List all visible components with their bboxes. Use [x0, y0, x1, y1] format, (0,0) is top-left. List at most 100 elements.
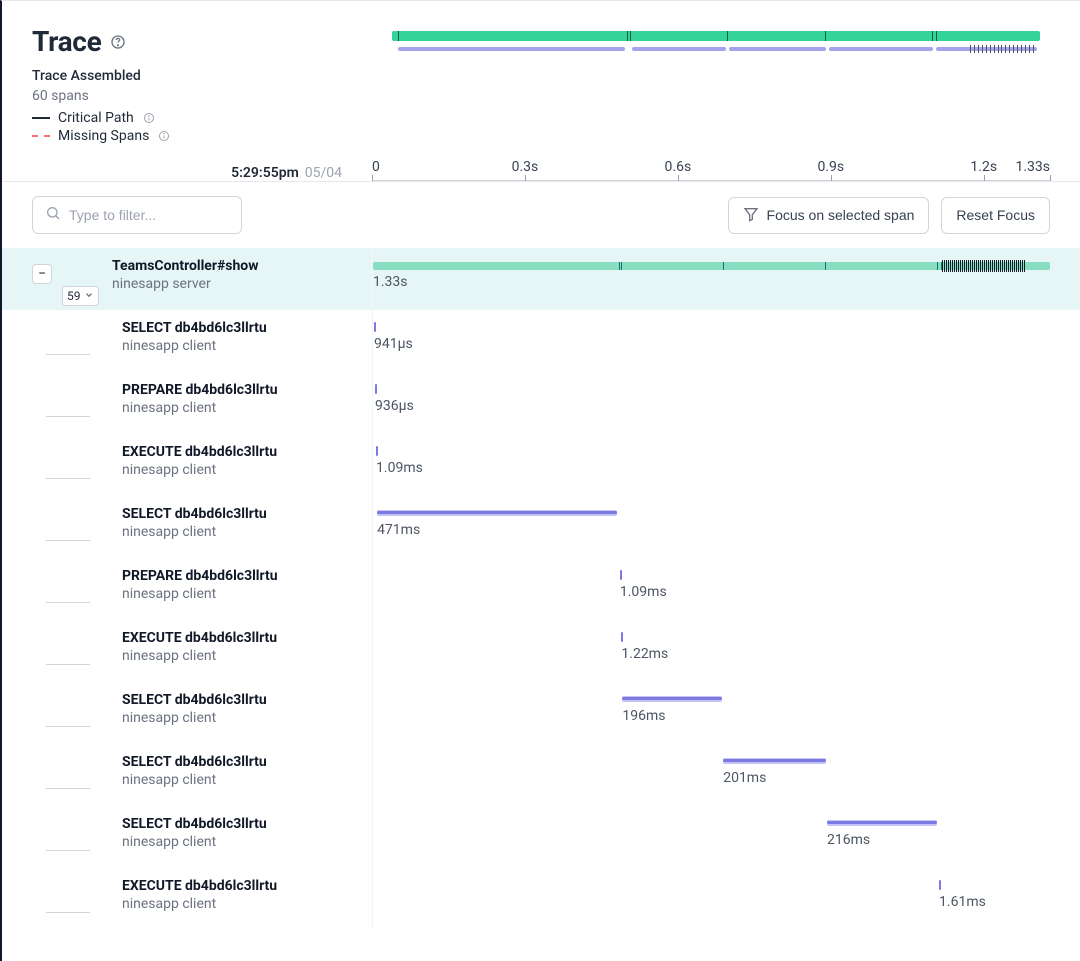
- span-row[interactable]: SELECT db4bd6lc3llrtu ninesapp client 471m…: [2, 496, 1080, 558]
- info-icon[interactable]: [142, 111, 156, 125]
- reset-focus-label: Reset Focus: [956, 207, 1035, 223]
- span-title: EXECUTE db4bd6lc3llrtu: [122, 878, 277, 894]
- focus-span-label: Focus on selected span: [767, 207, 915, 223]
- span-row[interactable]: EXECUTE db4bd6lc3llrtu ninesapp client 1.0…: [2, 434, 1080, 496]
- span-subtitle: ninesapp client: [122, 772, 267, 788]
- span-bar: [723, 758, 825, 764]
- span-track: 1.33s: [373, 258, 1050, 276]
- axis-tick-label: 1.2s: [970, 159, 997, 175]
- span-row[interactable]: PREPARE db4bd6lc3llrtu ninesapp client 936…: [2, 372, 1080, 434]
- minimap-segment: [398, 47, 625, 51]
- span-subtitle: ninesapp server: [112, 276, 259, 292]
- span-track: 936µs: [373, 382, 1050, 400]
- span-track: 1.09ms: [373, 568, 1050, 586]
- axis-tick-label: 0.9s: [817, 159, 844, 175]
- span-title: PREPARE db4bd6lc3llrtu: [122, 568, 278, 584]
- span-bar: [622, 696, 722, 702]
- span-duration: 201ms: [723, 770, 766, 786]
- span-count: 60 spans: [32, 88, 372, 104]
- span-subtitle: ninesapp client: [122, 338, 267, 354]
- span-duration: 471ms: [377, 522, 420, 538]
- span-duration: 1.09ms: [620, 584, 667, 600]
- span-duration: 936µs: [375, 398, 414, 414]
- legend-critical-path-label: Critical Path: [58, 110, 134, 126]
- span-track: 201ms: [373, 754, 1050, 772]
- child-count-value: 59: [67, 289, 81, 303]
- span-subtitle: ninesapp client: [122, 834, 267, 850]
- span-track: 216ms: [373, 816, 1050, 834]
- span-subtitle: ninesapp client: [122, 400, 278, 416]
- span-bar: [375, 384, 377, 394]
- span-row[interactable]: EXECUTE db4bd6lc3llrtu ninesapp client 1.2…: [2, 620, 1080, 682]
- span-bar: [373, 262, 1050, 270]
- child-count-select[interactable]: 59: [62, 286, 99, 306]
- axis-time: 5:29:55pm: [231, 165, 299, 181]
- span-row[interactable]: SELECT db4bd6lc3llrtuninesapp client196m…: [2, 682, 1080, 744]
- legend-critical-path: Critical Path: [32, 110, 372, 126]
- axis-tick-label: 0.6s: [665, 159, 692, 175]
- minimap-full-bar: [392, 31, 1040, 41]
- search-input[interactable]: [69, 207, 229, 223]
- span-title: EXECUTE db4bd6lc3llrtu: [122, 444, 277, 460]
- info-icon[interactable]: [157, 129, 171, 143]
- span-title: SELECT db4bd6lc3llrtu: [122, 754, 267, 770]
- minimap-segment: [632, 47, 726, 51]
- legend-line-icon: [32, 117, 50, 119]
- focus-span-button[interactable]: Focus on selected span: [728, 197, 930, 234]
- span-title: SELECT db4bd6lc3llrtu: [122, 692, 267, 708]
- page-title: Trace: [32, 25, 101, 58]
- minimap[interactable]: [392, 25, 1050, 144]
- minimap-segment: [829, 47, 933, 51]
- span-subtitle: ninesapp client: [122, 462, 277, 478]
- axis-tick-label: 0: [372, 159, 380, 175]
- span-duration: 1.22ms: [621, 646, 668, 662]
- span-row[interactable]: − 59 TeamsController#show ninesapp server 1.…: [2, 248, 1080, 310]
- span-bar: [827, 820, 937, 826]
- span-duration: 1.33s: [373, 274, 408, 290]
- axis-date: 05/04: [305, 165, 342, 181]
- span-duration: 216ms: [827, 832, 870, 848]
- span-bar: [620, 570, 622, 580]
- span-bar: [621, 632, 623, 642]
- span-subtitle: ninesapp client: [122, 524, 267, 540]
- collapse-button[interactable]: −: [32, 264, 52, 284]
- chevron-down-icon: [84, 289, 94, 303]
- span-subtitle: ninesapp client: [122, 896, 277, 912]
- span-title: EXECUTE db4bd6lc3llrtu: [122, 630, 277, 646]
- span-duration: 1.09ms: [376, 460, 423, 476]
- span-track: 941µs: [373, 320, 1050, 338]
- reset-focus-button[interactable]: Reset Focus: [941, 197, 1050, 234]
- span-title: SELECT db4bd6lc3llrtu: [122, 320, 267, 336]
- span-title: SELECT db4bd6lc3llrtu: [122, 506, 267, 522]
- span-bar: [374, 322, 376, 332]
- search-input-wrap[interactable]: [32, 196, 242, 234]
- search-icon: [45, 205, 61, 225]
- filter-icon: [743, 206, 759, 225]
- span-track: 196ms: [373, 692, 1050, 710]
- span-duration: 196ms: [622, 708, 665, 724]
- span-bar: [939, 880, 941, 890]
- span-row[interactable]: PREPARE db4bd6lc3llrtu ninesapp client 1.0…: [2, 558, 1080, 620]
- legend-missing-spans: Missing Spans: [32, 128, 372, 144]
- help-icon[interactable]: [109, 33, 127, 51]
- axis-tick-label: 1.33s: [1015, 159, 1050, 175]
- axis-tick-label: 0.3s: [512, 159, 539, 175]
- span-title: PREPARE db4bd6lc3llrtu: [122, 382, 278, 398]
- span-title: SELECT db4bd6lc3llrtu: [122, 816, 267, 832]
- span-duration: 941µs: [374, 336, 413, 352]
- span-bar: [377, 510, 617, 516]
- span-row[interactable]: SELECT db4bd6lc3llrtu ninesapp client 201m…: [2, 744, 1080, 806]
- span-track: 1.61ms: [373, 878, 1050, 896]
- span-row[interactable]: EXECUTE db4bd6lc3llrtu ninesapp client 1.6…: [2, 868, 1080, 930]
- span-bar: [376, 446, 378, 456]
- span-subtitle: ninesapp client: [122, 648, 277, 664]
- span-duration: 1.61ms: [939, 894, 986, 910]
- span-track: 1.09ms: [373, 444, 1050, 462]
- span-subtitle: ninesapp client: [122, 586, 278, 602]
- span-row[interactable]: SELECT db4bd6lc3llrtu ninesapp client 216m…: [2, 806, 1080, 868]
- span-track: 471ms: [373, 506, 1050, 524]
- span-row[interactable]: SELECT db4bd6lc3llrtu ninesapp client 941µ…: [2, 310, 1080, 372]
- legend-dashed-icon: [32, 135, 50, 137]
- legend-missing-spans-label: Missing Spans: [58, 128, 149, 144]
- span-title: TeamsController#show: [112, 258, 259, 274]
